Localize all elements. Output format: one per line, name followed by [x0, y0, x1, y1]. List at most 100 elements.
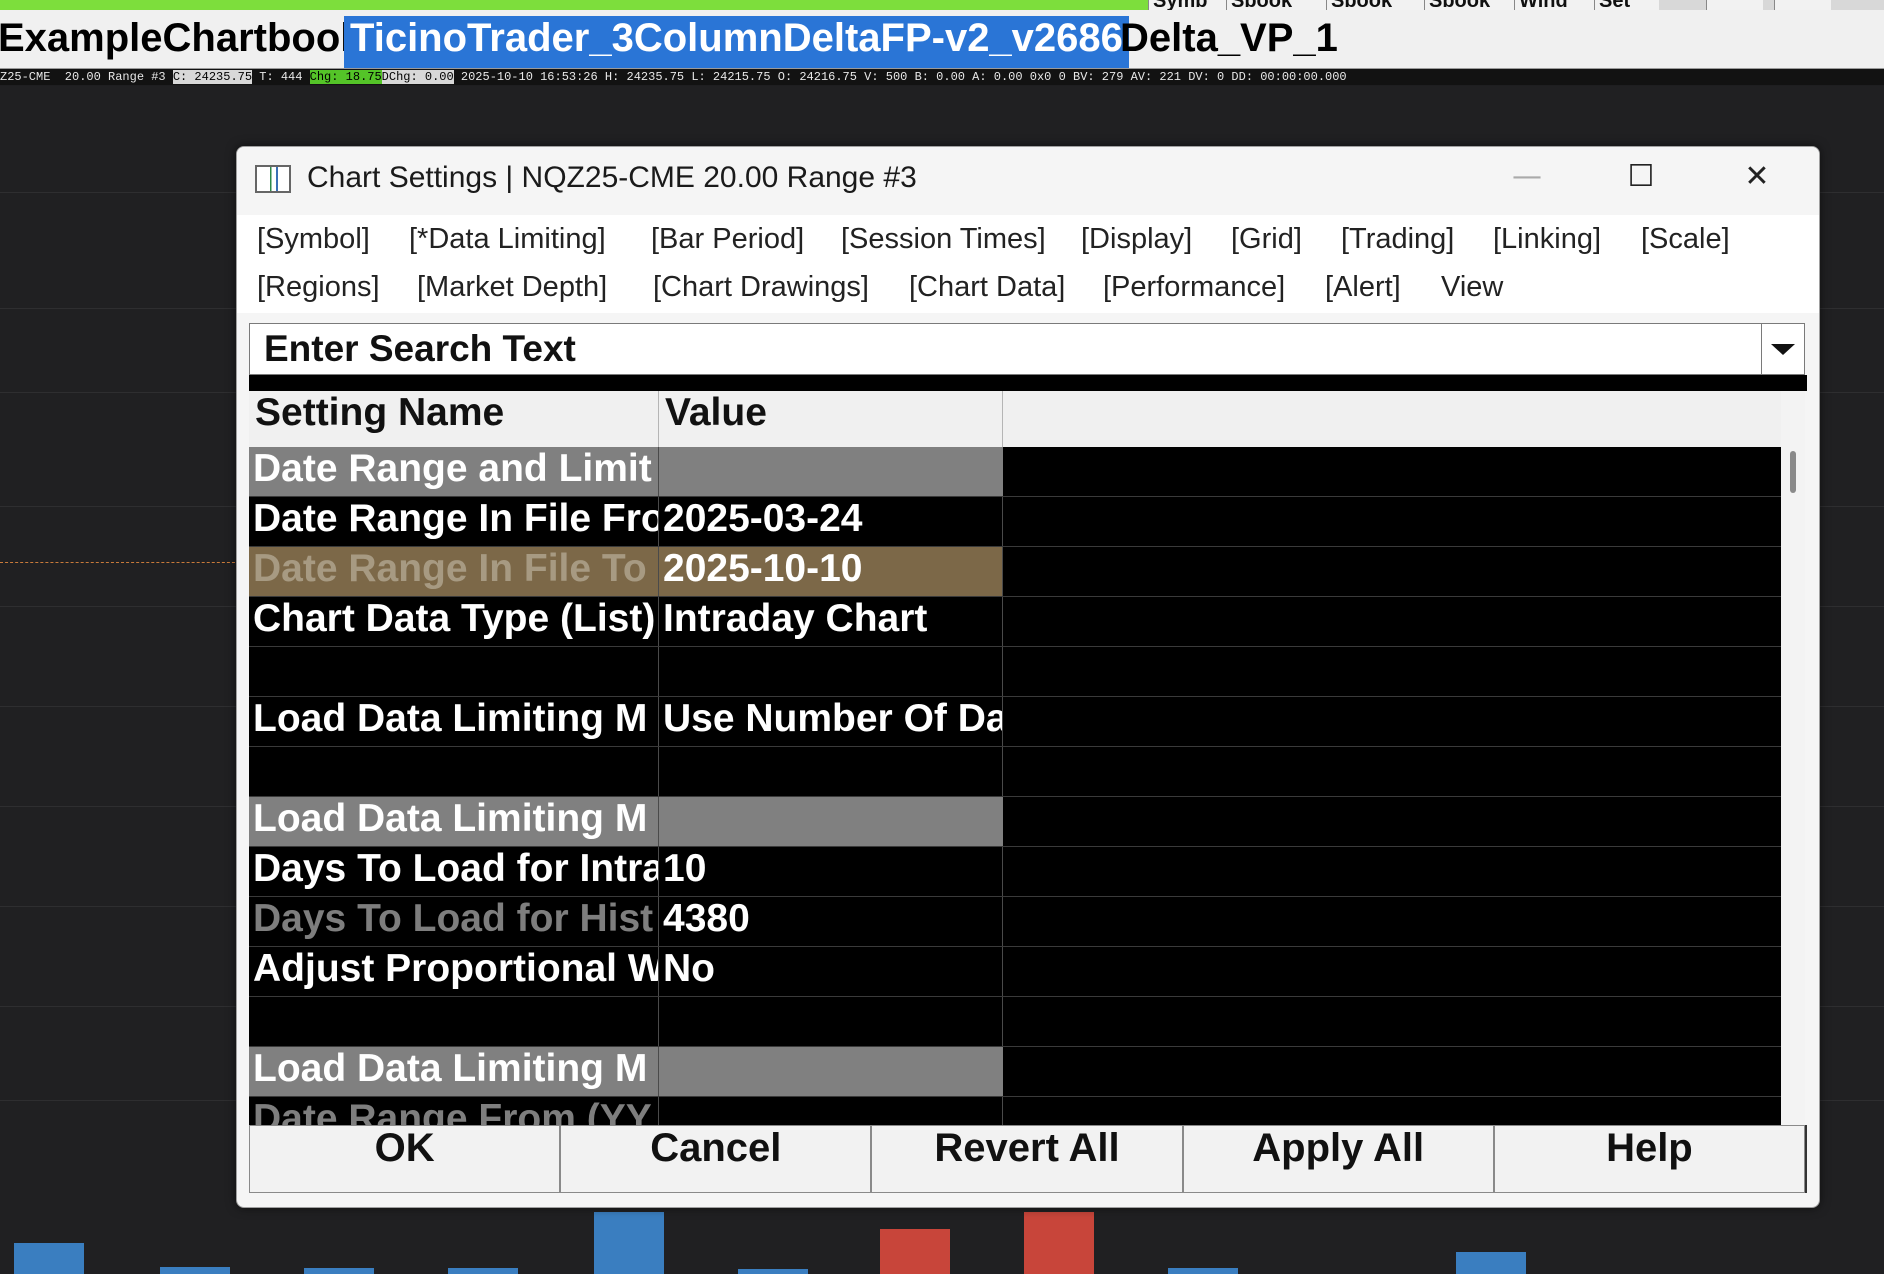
search-separator [249, 375, 1807, 391]
column-setting-name[interactable]: Setting Name [249, 391, 659, 447]
symbol-button[interactable]: Symb [1148, 0, 1229, 10]
settings-row[interactable]: Load Data Limiting M Use Number Of Da [249, 697, 1781, 747]
menu-regions[interactable]: [Regions] [257, 271, 380, 304]
setting-value-cell[interactable]: 4380 [659, 897, 1003, 946]
apply-all-button[interactable]: Apply All [1182, 1125, 1494, 1193]
info-trades: T: 444 [252, 70, 310, 84]
menu-data-limiting[interactable]: [*Data Limiting] [409, 223, 606, 256]
settings-row[interactable]: Date Range In File From 2025-03-24 [249, 497, 1781, 547]
setting-value-cell[interactable] [659, 997, 1003, 1046]
setting-value-cell[interactable] [659, 747, 1003, 796]
setting-value-cell[interactable]: No [659, 947, 1003, 996]
setting-name-cell [249, 997, 659, 1046]
setting-value-cell[interactable]: 2025-10-10 [659, 547, 1003, 596]
column-value[interactable]: Value [659, 391, 1003, 447]
close-icon[interactable]: ✕ [1727, 157, 1787, 197]
menu-session-times[interactable]: [Session Times] [841, 223, 1046, 256]
chart-bar [448, 1268, 518, 1274]
setting-name-cell: Date Range In File To [249, 547, 659, 596]
settings-row[interactable]: Date Range In File To 2025-10-10 [249, 547, 1781, 597]
chartbook-tab-bar: ExampleChartbook TicinoTrader_3ColumnDel… [0, 10, 1884, 69]
settings-row[interactable] [249, 747, 1781, 797]
settings-row[interactable]: Adjust Proportional W No [249, 947, 1781, 997]
setting-name-cell [249, 647, 659, 696]
setting-name-cell: Date Range In File From [249, 497, 659, 546]
chart-settings-dialog: Chart Settings | NQZ25-CME 20.00 Range #… [236, 146, 1820, 1208]
chart-bar [304, 1268, 374, 1274]
settings-row[interactable]: Date Range From (YY [249, 1097, 1781, 1125]
ok-button[interactable]: OK [249, 1125, 561, 1193]
menu-grid[interactable]: [Grid] [1231, 223, 1302, 256]
search-dropdown-button[interactable] [1761, 324, 1804, 374]
maximize-icon[interactable]: ☐ [1611, 157, 1671, 197]
setting-value-cell[interactable]: 10 [659, 847, 1003, 896]
menu-scale[interactable]: [Scale] [1641, 223, 1730, 256]
sbook-button-1[interactable]: Sbook [1226, 0, 1331, 10]
minimize-icon[interactable]: — [1497, 157, 1557, 197]
setting-value-cell[interactable]: 2025-03-24 [659, 497, 1003, 546]
settings-grid-header: Setting Name Value [249, 391, 1781, 447]
tab-delta-vp[interactable]: Delta_VP_1 [1114, 16, 1344, 68]
menu-chart-data[interactable]: [Chart Data] [909, 271, 1065, 304]
help-button[interactable]: Help [1493, 1125, 1806, 1193]
settings-row[interactable]: Days To Load for Intra 10 [249, 847, 1781, 897]
settings-row[interactable]: Load Data Limiting M [249, 797, 1781, 847]
settings-row[interactable] [249, 997, 1781, 1047]
dialog-button-row: OK Cancel Revert All Apply All Help [249, 1125, 1807, 1193]
settings-row[interactable]: Load Data Limiting M [249, 1047, 1781, 1097]
settings-rows: Date Range and Limit Date Range In File F… [249, 447, 1781, 1125]
info-rest: 2025-10-10 16:53:26 H: 24235.75 L: 24215… [453, 70, 1347, 84]
dialog-titlebar[interactable]: Chart Settings | NQZ25-CME 20.00 Range #… [237, 147, 1819, 215]
tab-ticinotrader[interactable]: TicinoTrader_3ColumnDeltaFP-v2_v2686 [344, 16, 1129, 68]
chart-settings-icon [255, 165, 291, 193]
sbook-button-2[interactable]: Sbook [1326, 0, 1431, 10]
settings-row[interactable]: Days To Load for Hist 4380 [249, 897, 1781, 947]
info-change: Chg: 18.75 [309, 70, 382, 84]
chart-bar [1456, 1252, 1526, 1274]
setting-name-cell [249, 747, 659, 796]
toolbar-button-blank-2[interactable] [1774, 0, 1831, 10]
setting-value-cell[interactable] [659, 797, 1003, 846]
menu-alert[interactable]: [Alert] [1325, 271, 1401, 304]
scrollbar-thumb[interactable] [1790, 451, 1796, 493]
menu-display[interactable]: [Display] [1081, 223, 1192, 256]
revert-all-button[interactable]: Revert All [871, 1125, 1183, 1193]
info-close: C: 24235.75 [172, 70, 253, 84]
setting-value-cell[interactable] [659, 647, 1003, 696]
setting-value-cell[interactable] [659, 447, 1003, 496]
settings-scrollbar[interactable] [1781, 391, 1805, 1125]
settings-button[interactable]: Set [1594, 0, 1659, 10]
window-button[interactable]: Wind [1514, 0, 1597, 10]
sbook-button-3[interactable]: Sbook [1424, 0, 1521, 10]
chart-info-line: Z25-CME 20.00 Range #3 C: 24235.75 T: 44… [0, 69, 1884, 85]
menu-trading[interactable]: [Trading] [1341, 223, 1454, 256]
search-input-text[interactable]: Enter Search Text [264, 328, 576, 370]
settings-row[interactable] [249, 647, 1781, 697]
menu-performance[interactable]: [Performance] [1103, 271, 1285, 304]
setting-name-cell: Load Data Limiting M [249, 1047, 659, 1096]
settings-menu: [Symbol] [*Data Limiting] [Bar Period] [… [237, 215, 1819, 313]
settings-row[interactable]: Date Range and Limit [249, 447, 1781, 497]
setting-name-cell: Adjust Proportional W [249, 947, 659, 996]
settings-search-combobox[interactable]: Enter Search Text [249, 323, 1805, 375]
settings-row[interactable]: Chart Data Type (List) Intraday Chart [249, 597, 1781, 647]
menu-symbol[interactable]: [Symbol] [257, 223, 370, 256]
chart-bar [594, 1212, 664, 1274]
tab-examplechartbook[interactable]: ExampleChartbook [0, 16, 369, 68]
chart-bar [1168, 1268, 1238, 1274]
menu-view[interactable]: View [1441, 271, 1503, 304]
menu-linking[interactable]: [Linking] [1493, 223, 1601, 256]
cancel-button[interactable]: Cancel [560, 1125, 872, 1193]
menu-market-depth[interactable]: [Market Depth] [417, 271, 607, 304]
setting-value-cell[interactable]: Use Number Of Da [659, 697, 1003, 746]
setting-name-cell: Days To Load for Hist [249, 897, 659, 946]
setting-value-cell[interactable] [659, 1097, 1003, 1125]
menu-chart-drawings[interactable]: [Chart Drawings] [653, 271, 869, 304]
setting-value-cell[interactable]: Intraday Chart [659, 597, 1003, 646]
menu-bar-period[interactable]: [Bar Period] [651, 223, 804, 256]
setting-name-cell: Date Range and Limit [249, 447, 659, 496]
toolbar-button-blank-1[interactable] [1706, 0, 1763, 10]
setting-value-cell[interactable] [659, 1047, 1003, 1096]
settings-grid: Setting Name Value Date Range and Limit D… [249, 391, 1781, 1125]
dialog-title: Chart Settings | NQZ25-CME 20.00 Range #… [307, 161, 917, 194]
